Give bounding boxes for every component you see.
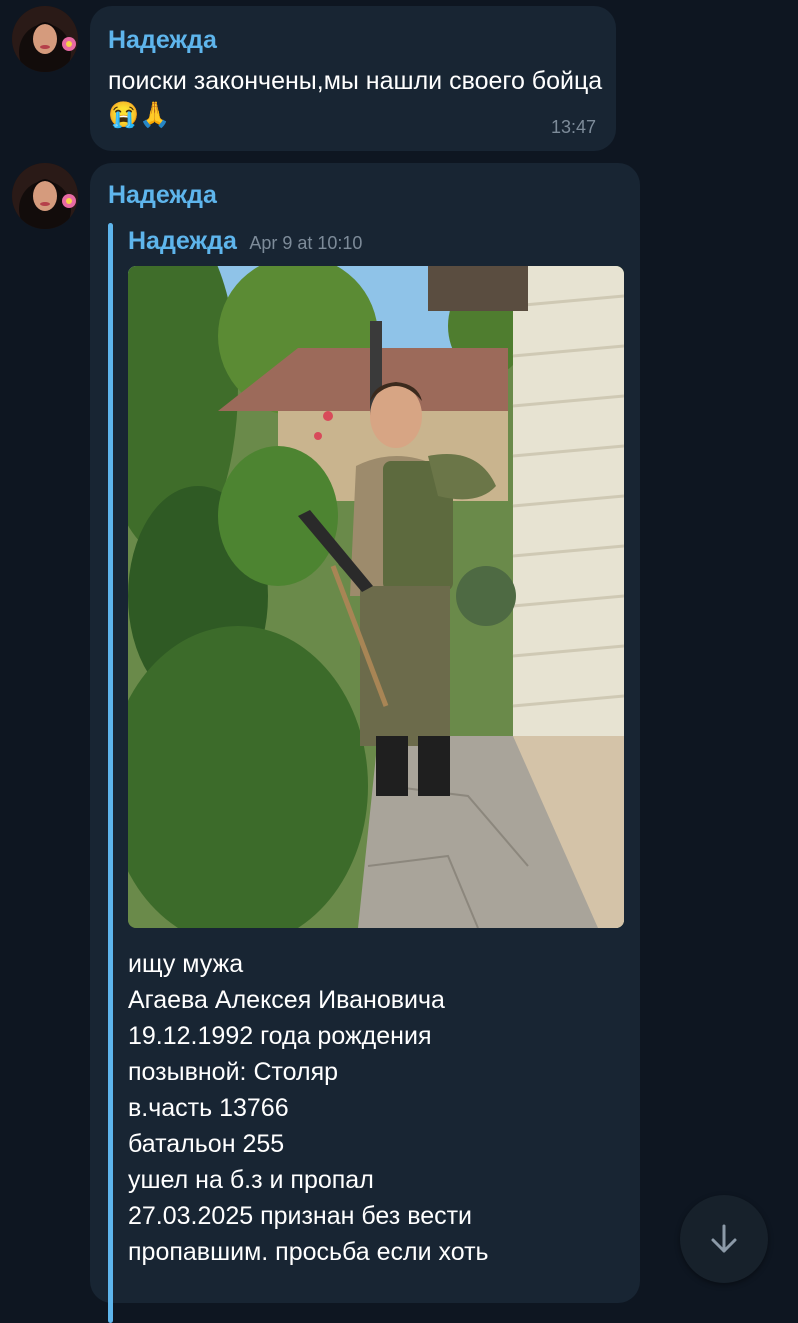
text-line: Агаева Алексея Ивановича xyxy=(128,986,445,1014)
message-bubble[interactable]: Надежда поиски закончены,мы нашли своего… xyxy=(90,6,616,151)
message-photo[interactable] xyxy=(128,266,624,928)
text-line: 27.03.2025 признан без вести xyxy=(128,1202,473,1230)
text-line: ищу мужа xyxy=(128,950,244,978)
text-line: ушел на б.з и пропал xyxy=(128,1166,374,1194)
text-line: позывной: Столяр xyxy=(128,1058,339,1086)
scroll-down-button[interactable] xyxy=(680,1195,768,1283)
message-time: 13:47 xyxy=(550,117,596,137)
chat-history[interactable]: Надежда поиски закончены,мы нашли своего… xyxy=(0,0,798,1323)
forward-date: Apr 9 at 10:10 xyxy=(249,233,363,253)
forward-message-text: ищу мужа Агаева Алексея Ивановича 19.12.… xyxy=(128,946,628,1270)
text-line: пропавшим. просьба если хоть xyxy=(128,1238,489,1266)
forward-header[interactable]: Надежда Apr 9 at 10:10 xyxy=(128,227,362,256)
sender-name[interactable]: Надежда xyxy=(108,26,217,55)
forward-sender-name[interactable]: Надежда xyxy=(128,227,237,255)
arrow-down-icon xyxy=(711,1224,737,1253)
text-line: 19.12.1992 года рождения xyxy=(128,1022,432,1050)
message-text: поиски закончены,мы нашли своего бойца😭🙏 xyxy=(108,67,603,129)
forward-quote-bar xyxy=(108,223,113,1323)
sender-name[interactable]: Надежда xyxy=(108,181,217,210)
sender-avatar[interactable] xyxy=(12,6,78,72)
sender-avatar[interactable] xyxy=(12,163,78,229)
message-bubble[interactable]: Надежда Надежда Apr 9 at 10:10 ищу мужа … xyxy=(90,163,640,1323)
text-line: батальон 255 xyxy=(128,1130,285,1158)
text-line: в.часть 13766 xyxy=(128,1094,289,1122)
